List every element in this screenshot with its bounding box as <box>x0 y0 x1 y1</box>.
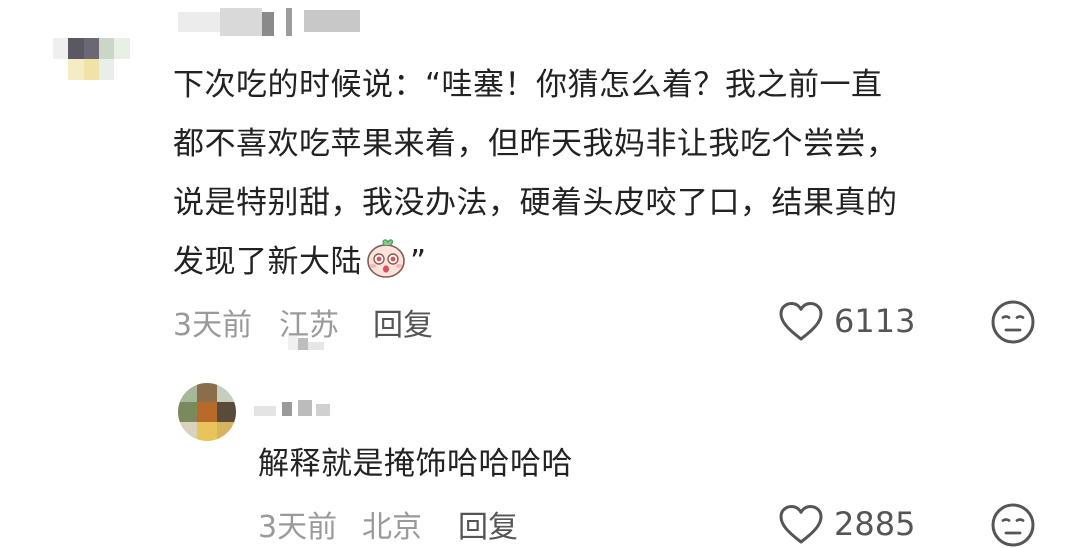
reply-like-count: 2885 <box>834 505 916 543</box>
reply-reply-button[interactable]: 回复 <box>458 502 518 546</box>
comment-text: 下次吃的时候说：“哇塞！你猜怎么着？我之前一直 都不喜欢吃苹果来着，但昨天我妈非… <box>173 56 1053 292</box>
heart-outline-icon[interactable] <box>778 503 824 547</box>
reply-time: 3天前 <box>258 510 338 545</box>
reply-location: 北京 <box>362 510 422 545</box>
reply-button[interactable]: 回复 <box>373 300 433 344</box>
commenter-username-redacted[interactable] <box>178 8 360 36</box>
comment-text-closing-quote: ” <box>410 244 427 280</box>
meh-face-icon[interactable] <box>990 299 1036 345</box>
like-count: 6113 <box>834 302 916 340</box>
commenter-avatar[interactable] <box>53 38 145 80</box>
meh-face-icon[interactable] <box>990 502 1036 548</box>
heart-outline-icon[interactable] <box>778 300 824 344</box>
reply-avatar[interactable] <box>178 383 236 441</box>
blurred-mark <box>288 336 324 350</box>
reply-text: 解释就是掩饰哈哈哈哈 <box>258 446 573 482</box>
reply-username-redacted[interactable] <box>254 398 330 418</box>
surprised-peach-face-icon <box>367 239 405 278</box>
comment-text-main: 下次吃的时候说：“哇塞！你猜怎么着？我之前一直 都不喜欢吃苹果来着，但昨天我妈非… <box>173 67 898 280</box>
comment-time: 3天前 <box>173 308 253 343</box>
